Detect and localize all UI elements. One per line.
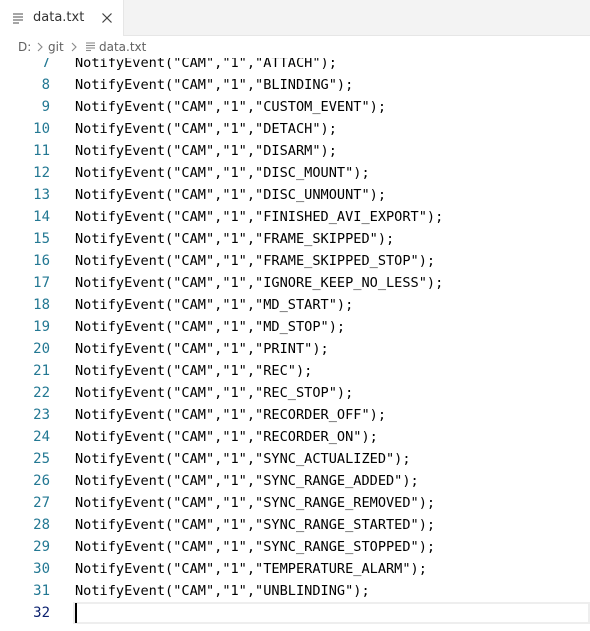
code-line[interactable]: 27 NotifyEvent("CAM","1","SYNC_RANGE_REMO… xyxy=(0,492,590,514)
line-number: 30 xyxy=(33,561,50,577)
code-line[interactable]: 18 NotifyEvent("CAM","1","MD_START"); xyxy=(0,294,590,316)
breadcrumb-drive[interactable]: D: xyxy=(18,40,31,54)
line-text[interactable]: NotifyEvent("CAM","1","SYNC_RANGE_REMOVE… xyxy=(75,492,435,514)
line-number: 24 xyxy=(33,429,50,445)
line-text[interactable]: NotifyEvent("CAM","1","UNBLINDING"); xyxy=(75,580,370,602)
code-line[interactable]: 20 NotifyEvent("CAM","1","PRINT"); xyxy=(0,338,590,360)
line-text[interactable]: NotifyEvent("CAM","1","DISC_MOUNT"); xyxy=(75,162,370,184)
line-text[interactable]: NotifyEvent("CAM","1","DETACH"); xyxy=(75,118,337,140)
code-line[interactable]: 30 NotifyEvent("CAM","1","TEMPERATURE_ALA… xyxy=(0,558,590,580)
line-number: 12 xyxy=(33,165,50,181)
code-line[interactable]: 15 NotifyEvent("CAM","1","FRAME_SKIPPED")… xyxy=(0,228,590,250)
code-line[interactable]: 9 NotifyEvent("CAM","1","CUSTOM_EVENT"); xyxy=(0,96,590,118)
line-text[interactable]: NotifyEvent("CAM","1","REC_STOP"); xyxy=(75,382,353,404)
text-cursor xyxy=(75,603,77,623)
line-number: 20 xyxy=(33,341,50,357)
editor-tab-bar: data.txt xyxy=(0,0,590,36)
code-line[interactable]: 14 NotifyEvent("CAM","1","FINISHED_AVI_EX… xyxy=(0,206,590,228)
line-number: 32 xyxy=(33,605,50,621)
chevron-right-icon xyxy=(71,42,77,52)
line-number: 25 xyxy=(33,451,50,467)
line-text[interactable]: NotifyEvent("CAM","1","SYNC_RANGE_ADDED"… xyxy=(75,470,419,492)
file-lines-icon xyxy=(86,42,95,52)
code-line[interactable]: 10 NotifyEvent("CAM","1","DETACH"); xyxy=(0,118,590,140)
file-lines-icon xyxy=(13,13,23,24)
line-text[interactable]: NotifyEvent("CAM","1","IGNORE_KEEP_NO_LE… xyxy=(75,272,443,294)
line-number: 16 xyxy=(33,253,50,269)
code-line[interactable]: 21 NotifyEvent("CAM","1","REC"); xyxy=(0,360,590,382)
line-number: 22 xyxy=(33,385,50,401)
line-text[interactable]: NotifyEvent("CAM","1","RECORDER_ON"); xyxy=(75,426,378,448)
line-number: 8 xyxy=(41,77,50,93)
line-text[interactable]: NotifyEvent("CAM","1","TEMPERATURE_ALARM… xyxy=(75,558,427,580)
line-number: 28 xyxy=(33,517,50,533)
line-number: 13 xyxy=(33,187,50,203)
code-line[interactable]: 24 NotifyEvent("CAM","1","RECORDER_ON"); xyxy=(0,426,590,448)
breadcrumb: D: git data.txt xyxy=(0,36,590,58)
tab-label: data.txt xyxy=(33,10,85,25)
code-line[interactable]: 13 NotifyEvent("CAM","1","DISC_UNMOUNT"); xyxy=(0,184,590,206)
code-line[interactable]: 32 xyxy=(0,602,590,624)
line-number: 29 xyxy=(33,539,50,555)
line-text[interactable]: NotifyEvent("CAM","1","SYNC_ACTUALIZED")… xyxy=(75,448,411,470)
code-line[interactable]: 11 NotifyEvent("CAM","1","DISARM"); xyxy=(0,140,590,162)
breadcrumb-folder[interactable]: git xyxy=(48,40,64,54)
line-text[interactable]: NotifyEvent("CAM","1","CUSTOM_EVENT"); xyxy=(75,96,386,118)
line-text[interactable]: NotifyEvent("CAM","1","DISARM"); xyxy=(75,140,337,162)
code-line[interactable]: 26 NotifyEvent("CAM","1","SYNC_RANGE_ADDE… xyxy=(0,470,590,492)
breadcrumb-file[interactable]: data.txt xyxy=(99,40,146,54)
close-icon[interactable] xyxy=(99,10,115,26)
chevron-right-icon xyxy=(37,42,43,52)
line-text[interactable]: NotifyEvent("CAM","1","PRINT"); xyxy=(75,338,329,360)
code-line[interactable]: 28 NotifyEvent("CAM","1","SYNC_RANGE_STAR… xyxy=(0,514,590,536)
code-line[interactable]: 19 NotifyEvent("CAM","1","MD_STOP"); xyxy=(0,316,590,338)
tab-data-txt[interactable]: data.txt xyxy=(0,0,124,36)
line-text[interactable]: NotifyEvent("CAM","1","FRAME_SKIPPED_STO… xyxy=(75,250,435,272)
code-line[interactable]: 7 NotifyEvent("CAM","1","ATTACH"); xyxy=(0,58,590,74)
line-number: 10 xyxy=(33,121,50,137)
line-text[interactable]: NotifyEvent("CAM","1","FRAME_SKIPPED"); xyxy=(75,228,394,250)
line-text[interactable]: NotifyEvent("CAM","1","SYNC_RANGE_STARTE… xyxy=(75,514,435,536)
line-number: 19 xyxy=(33,319,50,335)
code-line[interactable]: 8 NotifyEvent("CAM","1","BLINDING"); xyxy=(0,74,590,96)
code-line[interactable]: 22 NotifyEvent("CAM","1","REC_STOP"); xyxy=(0,382,590,404)
text-editor[interactable]: 7 NotifyEvent("CAM","1","ATTACH"); 8 Notify… xyxy=(0,58,590,631)
line-text[interactable]: NotifyEvent("CAM","1","DISC_UNMOUNT"); xyxy=(75,184,386,206)
line-text[interactable]: NotifyEvent("CAM","1","RECORDER_OFF"); xyxy=(75,404,386,426)
line-text[interactable]: NotifyEvent("CAM","1","REC"); xyxy=(75,360,312,382)
line-number: 23 xyxy=(33,407,50,423)
line-number: 9 xyxy=(41,99,50,115)
code-line[interactable]: 25 NotifyEvent("CAM","1","SYNC_ACTUALIZED… xyxy=(0,448,590,470)
line-number: 27 xyxy=(33,495,50,511)
line-number: 31 xyxy=(33,583,50,599)
code-line[interactable]: 17 NotifyEvent("CAM","1","IGNORE_KEEP_NO_… xyxy=(0,272,590,294)
line-text[interactable]: NotifyEvent("CAM","1","MD_START"); xyxy=(75,294,353,316)
line-text[interactable]: NotifyEvent("CAM","1","SYNC_RANGE_STOPPE… xyxy=(75,536,435,558)
line-number: 21 xyxy=(33,363,50,379)
code-line[interactable]: 16 NotifyEvent("CAM","1","FRAME_SKIPPED_S… xyxy=(0,250,590,272)
line-text[interactable]: NotifyEvent("CAM","1","ATTACH"); xyxy=(75,58,337,74)
line-number: 26 xyxy=(33,473,50,489)
line-number: 17 xyxy=(33,275,50,291)
line-text[interactable]: NotifyEvent("CAM","1","MD_STOP"); xyxy=(75,316,345,338)
code-line[interactable]: 29 NotifyEvent("CAM","1","SYNC_RANGE_STOP… xyxy=(0,536,590,558)
line-number: 7 xyxy=(41,58,50,71)
line-text[interactable]: NotifyEvent("CAM","1","BLINDING"); xyxy=(75,74,353,96)
code-line[interactable]: 31 NotifyEvent("CAM","1","UNBLINDING"); xyxy=(0,580,590,602)
line-number: 18 xyxy=(33,297,50,313)
line-number: 15 xyxy=(33,231,50,247)
line-text[interactable]: NotifyEvent("CAM","1","FINISHED_AVI_EXPO… xyxy=(75,206,443,228)
code-line[interactable]: 23 NotifyEvent("CAM","1","RECORDER_OFF"); xyxy=(0,404,590,426)
line-number: 14 xyxy=(33,209,50,225)
line-number: 11 xyxy=(33,143,50,159)
code-line[interactable]: 12 NotifyEvent("CAM","1","DISC_MOUNT"); xyxy=(0,162,590,184)
